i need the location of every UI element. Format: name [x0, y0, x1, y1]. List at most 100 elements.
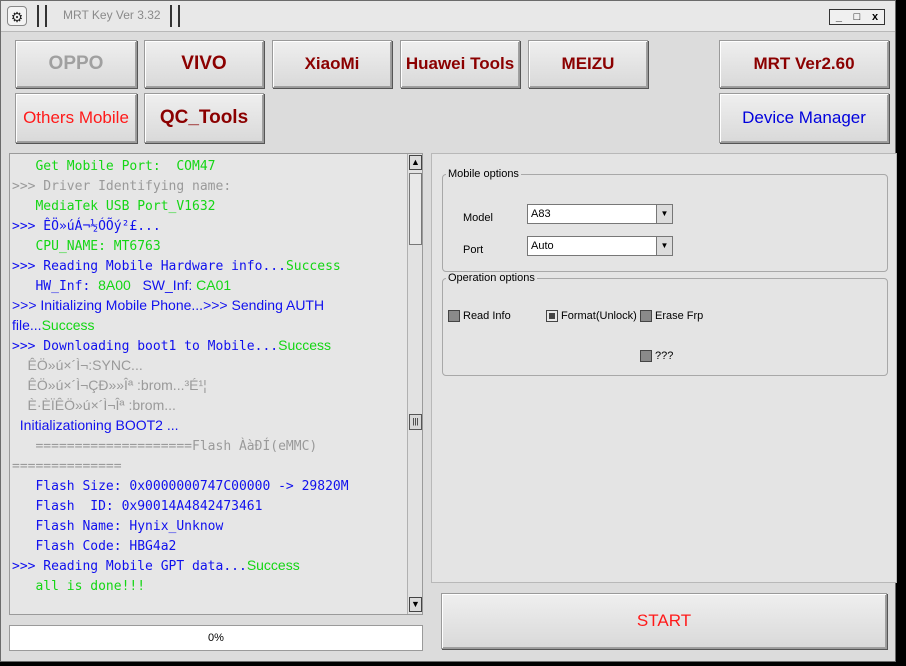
- log-line: >>> Initializing Mobile Phone...>>> Send…: [12, 295, 404, 315]
- log-segment: Initializationing BOOT2 ...: [12, 417, 179, 433]
- erase-frp-label: Erase Frp: [655, 310, 704, 322]
- read-info-box[interactable]: [448, 310, 460, 322]
- log-line: Initializationing BOOT2 ...: [12, 415, 404, 435]
- mobile-options-legend: Mobile options: [448, 168, 519, 180]
- scroll-grip-icon[interactable]: |||: [409, 414, 422, 430]
- start-button[interactable]: START: [441, 593, 887, 649]
- scroll-up-icon[interactable]: ▲: [409, 155, 422, 170]
- log-scrollbar[interactable]: ▲ ||| ▼: [407, 154, 422, 614]
- log-segment: Success: [41, 317, 95, 333]
- port-value: Auto: [531, 240, 554, 252]
- log-segment: CA01: [196, 277, 232, 293]
- model-label: Model: [463, 212, 493, 224]
- log-line: Flash Name: Hynix_Unknow: [12, 515, 404, 535]
- log-segment: file...: [12, 317, 42, 333]
- scroll-down-icon[interactable]: ▼: [409, 597, 422, 612]
- log-segment: Flash ID: 0x90014A4842473461: [12, 499, 263, 514]
- log-line: ==============: [12, 455, 404, 475]
- log-segment: ==============: [12, 459, 122, 474]
- app-menu-icon[interactable]: ⚙: [7, 6, 27, 26]
- log-segment: >>> ÊÖ»úÁ¬½ÓÕý²£...: [12, 219, 161, 234]
- log-line: ÊÖ»ú×´Ì¬ÇÐ»»Îª :brom...³É¹¦: [12, 375, 404, 395]
- window-title: MRT Key Ver 3.32: [63, 8, 161, 22]
- log-line: HW_Inf: 8A00 SW_Inf: CA01: [12, 275, 404, 295]
- unknown-option-checkbox[interactable]: ???: [640, 350, 673, 362]
- log-line: Get Mobile Port: COM47: [12, 155, 404, 175]
- log-segment: Get Mobile Port: COM47: [12, 159, 216, 174]
- oppo-button[interactable]: OPPO: [15, 40, 137, 88]
- model-select[interactable]: A83 ▼: [527, 204, 673, 224]
- log-segment: >>> Reading Mobile Hardware info...: [12, 259, 286, 274]
- log-line: file...Success: [12, 315, 404, 335]
- unknown-option-label: ???: [655, 350, 674, 362]
- mobile-options-group: Mobile options Model A83 ▼ Port Auto ▼: [442, 168, 888, 272]
- port-select[interactable]: Auto ▼: [527, 236, 673, 256]
- log-segment: ÊÖ»ú×´Ì¬ÇÐ»»Îª :brom...³É¹¦: [12, 377, 207, 393]
- port-label: Port: [463, 244, 484, 256]
- title-bar[interactable]: ⚙ MRT Key Ver 3.32 _ □ x: [1, 1, 895, 32]
- operation-options-group: Operation options Read Info Format(Unloc…: [442, 272, 888, 376]
- erase-frp-box[interactable]: [640, 310, 652, 322]
- model-value: A83: [531, 208, 551, 220]
- erase-frp-checkbox[interactable]: Erase Frp: [640, 310, 703, 322]
- log-line: >>> ÊÖ»úÁ¬½ÓÕý²£...: [12, 215, 404, 235]
- log-line: MediaTek USB Port_V1632: [12, 195, 404, 215]
- log-segment: >>> Downloading boot1 to Mobile...: [12, 339, 279, 354]
- unknown-option-box[interactable]: [640, 350, 652, 362]
- log-line: È·ÈÏÊÖ»ú×´Ì¬Îª :brom...: [12, 395, 404, 415]
- log-line: ====================Flash ÀàÐÍ(eMMC): [12, 435, 404, 455]
- log-text: Get Mobile Port: COM47 >>> Driver Identif…: [12, 155, 404, 595]
- device-manager-button[interactable]: Device Manager: [719, 93, 889, 143]
- log-segment: >>> Driver Identifying name:: [12, 179, 232, 194]
- progress-bar: 0%: [9, 625, 423, 651]
- log-segment: Success: [285, 259, 341, 274]
- log-output[interactable]: Get Mobile Port: COM47 >>> Driver Identif…: [9, 153, 423, 615]
- huawei-tools-button[interactable]: Huawei Tools: [400, 40, 520, 88]
- format-unlock-box[interactable]: [546, 310, 558, 322]
- log-segment: Flash Code: HBG4a2: [12, 539, 177, 554]
- xiaomi-button[interactable]: XiaoMi: [272, 40, 392, 88]
- format-unlock-label: Format(Unlock): [561, 310, 637, 322]
- options-panel: Mobile options Model A83 ▼ Port Auto ▼ O…: [431, 153, 897, 583]
- log-segment: Success: [246, 557, 300, 573]
- title-separator-left: [37, 5, 47, 27]
- app-window: ⚙ MRT Key Ver 3.32 _ □ x OPPO VIVO XiaoM…: [0, 0, 897, 662]
- maximize-button[interactable]: □: [854, 10, 861, 24]
- window-controls: _ □ x: [829, 9, 885, 25]
- scroll-thumb[interactable]: [409, 173, 422, 245]
- log-segment: ÊÖ»ú×´Ì¬:SYNC...: [12, 357, 143, 373]
- log-segment: HW_Inf:: [12, 279, 99, 294]
- log-segment: 8A00: [98, 277, 131, 293]
- others-mobile-button[interactable]: Others Mobile: [15, 93, 137, 143]
- minimize-button[interactable]: _: [836, 10, 842, 24]
- log-segment: MediaTek USB Port_V1632: [12, 199, 216, 214]
- mrt-version-button[interactable]: MRT Ver2.60: [719, 40, 889, 88]
- read-info-checkbox[interactable]: Read Info: [448, 310, 511, 322]
- log-line: ÊÖ»ú×´Ì¬:SYNC...: [12, 355, 404, 375]
- log-segment: >>> Reading Mobile GPT data...: [12, 559, 247, 574]
- log-segment: all is done!!!: [12, 579, 146, 594]
- title-separator-right: [170, 5, 180, 27]
- log-segment: È·ÈÏÊÖ»ú×´Ì¬Îª :brom...: [12, 397, 176, 413]
- progress-text: 0%: [208, 632, 224, 644]
- read-info-label: Read Info: [463, 310, 511, 322]
- qc-tools-button[interactable]: QC_Tools: [144, 93, 264, 143]
- log-segment: Success: [278, 337, 332, 353]
- log-line: all is done!!!: [12, 575, 404, 595]
- operation-options-legend: Operation options: [448, 272, 535, 284]
- log-line: Flash ID: 0x90014A4842473461: [12, 495, 404, 515]
- log-segment: Flash Name: Hynix_Unknow: [12, 519, 224, 534]
- close-button[interactable]: x: [872, 10, 878, 24]
- vivo-button[interactable]: VIVO: [144, 40, 264, 88]
- port-dropdown-icon[interactable]: ▼: [656, 237, 672, 255]
- log-segment: CPU_NAME: MT6763: [12, 239, 161, 254]
- log-line: CPU_NAME: MT6763: [12, 235, 404, 255]
- log-segment: >>> Initializing Mobile Phone...>>> Send…: [12, 297, 325, 313]
- log-segment: SW_Inf:: [130, 277, 197, 293]
- meizu-button[interactable]: MEIZU: [528, 40, 648, 88]
- model-dropdown-icon[interactable]: ▼: [656, 205, 672, 223]
- log-line: >>> Reading Mobile Hardware info...Succe…: [12, 255, 404, 275]
- log-line: Flash Size: 0x0000000747C00000 -> 29820M: [12, 475, 404, 495]
- log-segment: ====================Flash ÀàÐÍ(eMMC): [12, 439, 318, 454]
- format-unlock-checkbox[interactable]: Format(Unlock): [546, 310, 637, 322]
